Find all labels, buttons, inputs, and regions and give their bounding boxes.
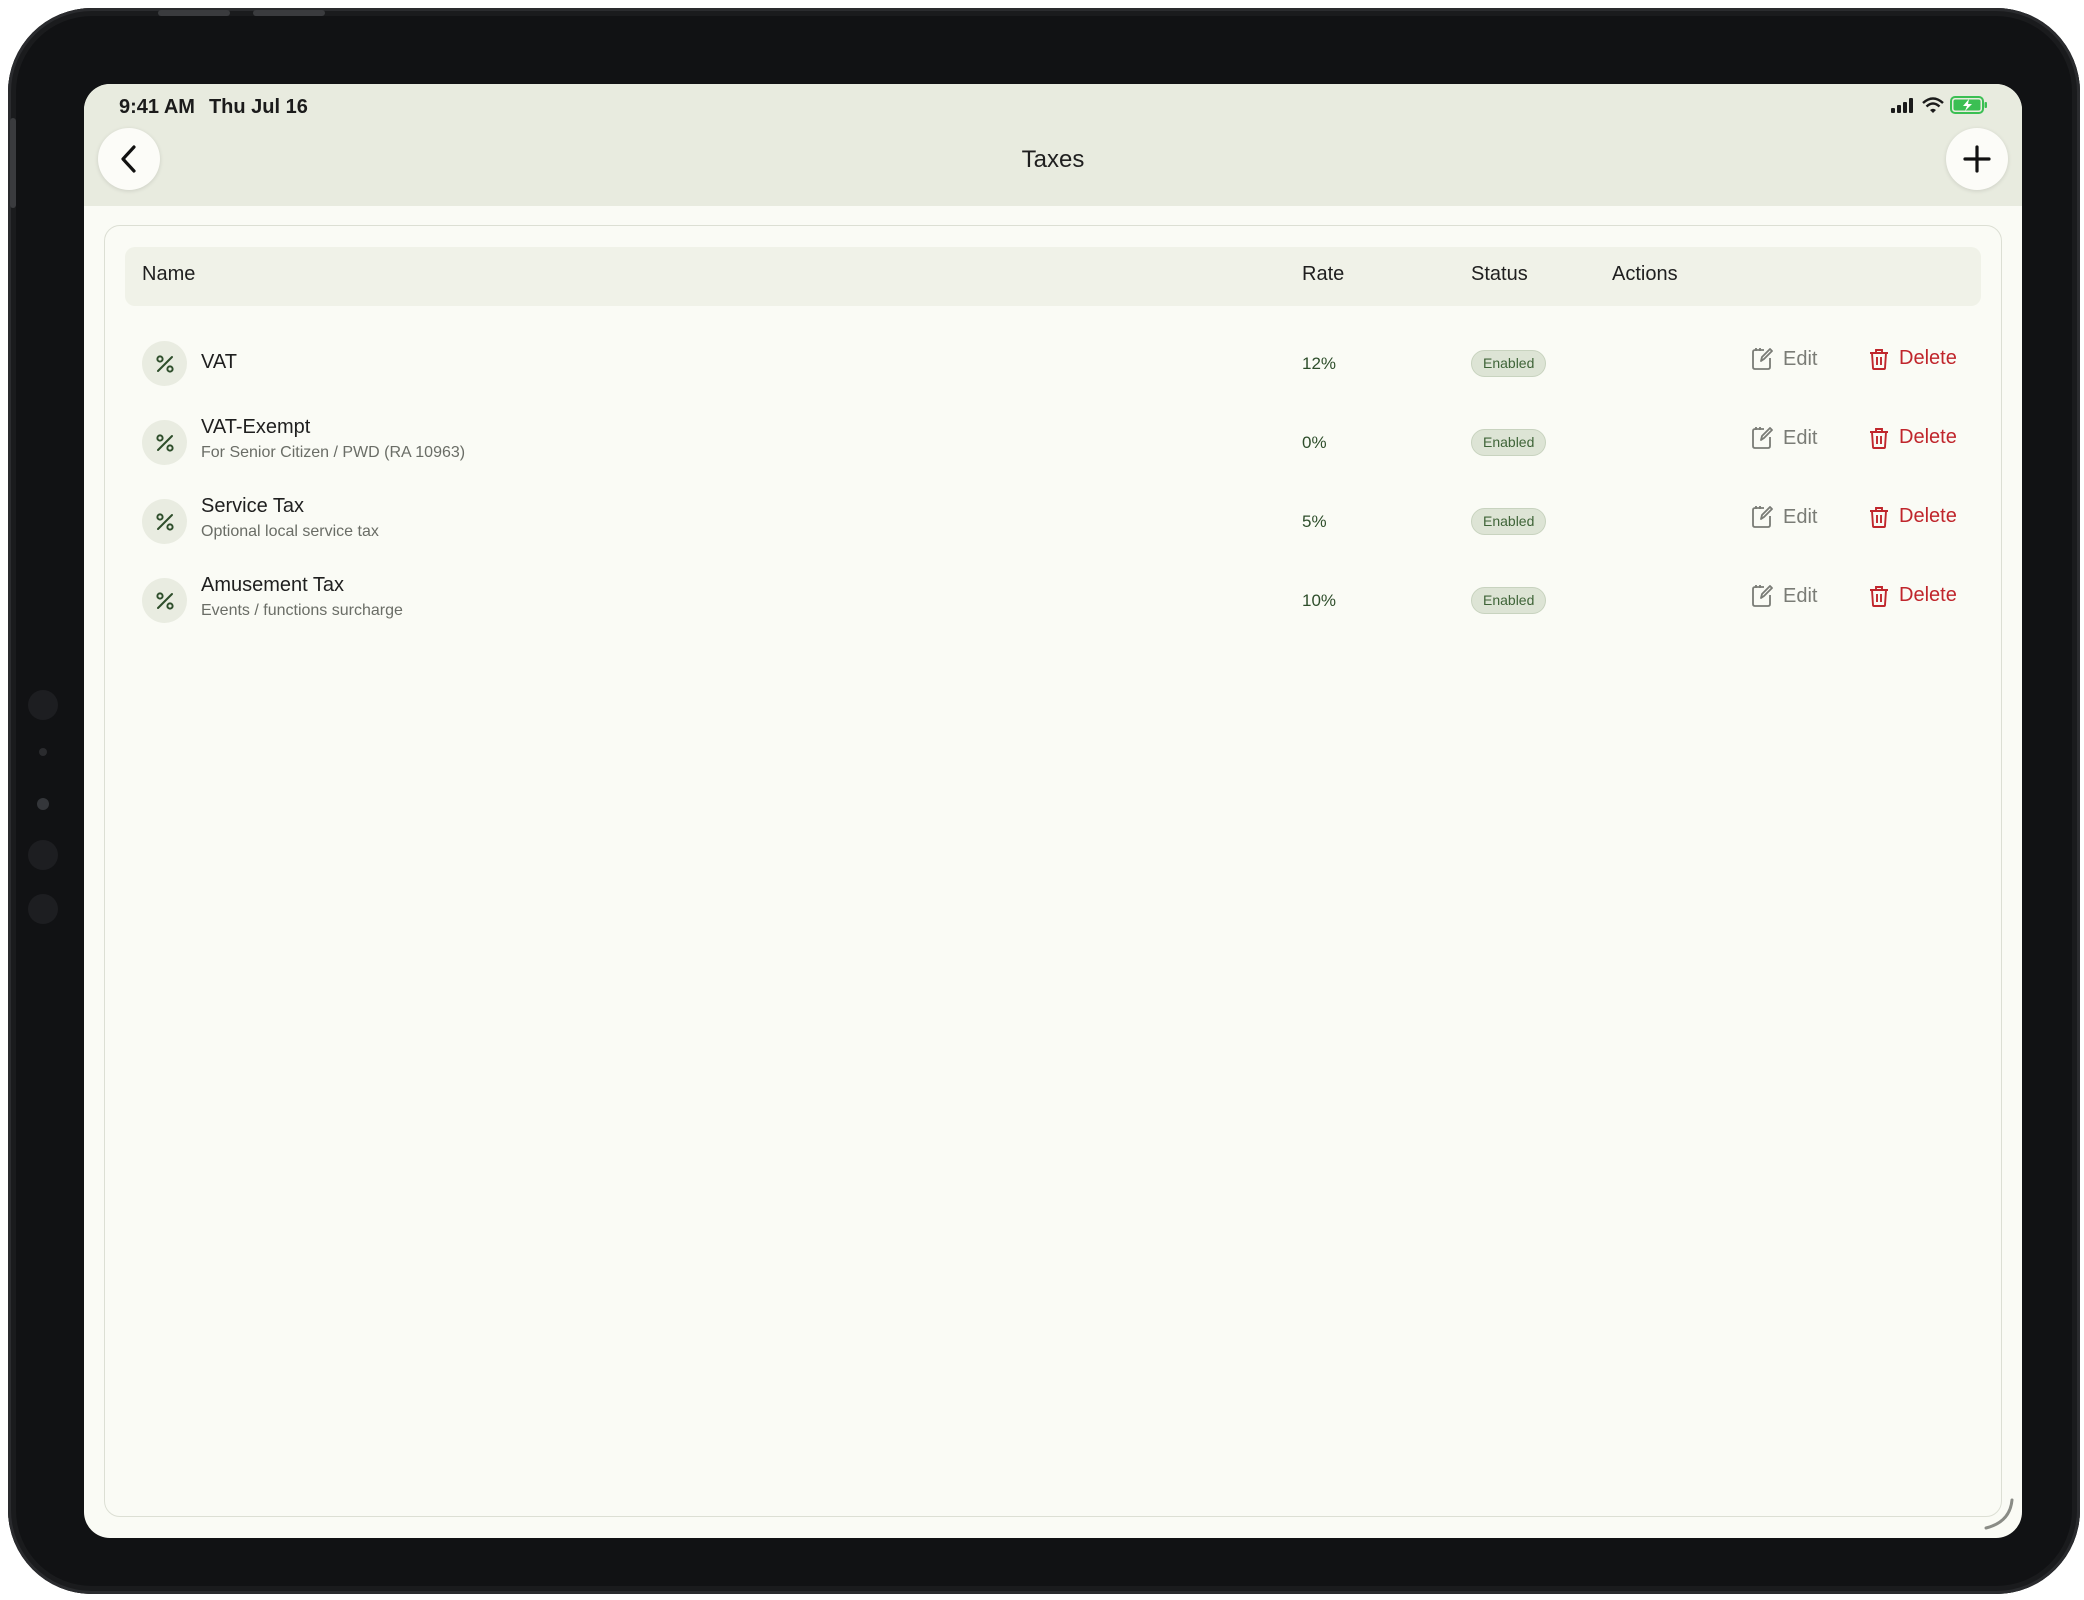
screen: 9:41 AM Thu Jul 16 Taxes Name Rate Statu… (84, 84, 2022, 1538)
delete-label: Delete (1899, 584, 1957, 606)
trash-icon (1870, 585, 1888, 607)
tax-description: Optional local service tax (201, 523, 379, 540)
delete-button[interactable]: Delete (1869, 584, 1957, 607)
edit-icon (1752, 427, 1773, 449)
sensor-dot (39, 748, 47, 756)
edit-label: Edit (1783, 584, 1818, 607)
status-time: 9:41 AM (119, 96, 195, 118)
delete-label: Delete (1899, 426, 1957, 448)
tablet-frame: 9:41 AM Thu Jul 16 Taxes Name Rate Statu… (8, 8, 2080, 1594)
delete-button[interactable]: Delete (1869, 505, 1957, 528)
status-bar: 9:41 AM Thu Jul 16 (119, 96, 308, 119)
table-row: VAT 12% Enabled Edit Delete (125, 329, 1981, 399)
edit-label: Edit (1783, 426, 1818, 449)
column-header-status: Status (1471, 263, 1528, 285)
column-header-rate: Rate (1302, 263, 1345, 285)
status-badge: Enabled (1471, 429, 1547, 456)
tax-description: For Senior Citizen / PWD (RA 10963) (201, 444, 466, 461)
edit-icon (1752, 585, 1773, 607)
sensor-dot (28, 840, 58, 870)
add-tax-button[interactable] (1946, 128, 2008, 190)
tax-rate: 10% (1302, 591, 1337, 610)
edit-button[interactable]: Edit (1751, 505, 1817, 529)
trash-icon (1870, 348, 1888, 370)
taxes-table-card: Name Rate Status Actions VAT 12% Enabled… (104, 225, 2002, 1517)
volume-button (158, 10, 230, 16)
tax-name: Amusement Tax (201, 574, 345, 596)
percent-icon (142, 341, 187, 386)
status-icons (1890, 96, 1988, 114)
tax-rate: 5% (1302, 512, 1327, 531)
volume-button (253, 10, 325, 16)
page-title: Taxes (1021, 146, 1085, 173)
sensor-dot (28, 690, 58, 720)
table-row: Amusement Tax Events / functions surchar… (125, 566, 1981, 636)
percent-icon (142, 578, 187, 623)
status-badge: Enabled (1471, 508, 1547, 535)
delete-button[interactable]: Delete (1869, 426, 1957, 449)
delete-label: Delete (1899, 347, 1957, 369)
camera-lens (37, 798, 49, 810)
edit-label: Edit (1783, 505, 1818, 528)
sensor-dot (28, 894, 58, 924)
edit-icon (1752, 348, 1773, 370)
tax-rate: 12% (1302, 354, 1337, 373)
column-header-name: Name (142, 263, 196, 285)
trash-icon (1870, 427, 1888, 449)
wifi-icon (1922, 96, 1944, 113)
table-row: Service Tax Optional local service tax 5… (125, 487, 1981, 557)
delete-button[interactable]: Delete (1869, 347, 1957, 370)
resize-corner-indicator (1984, 1498, 2014, 1530)
tax-name: VAT-Exempt (201, 416, 311, 438)
navigation-header: 9:41 AM Thu Jul 16 Taxes (84, 84, 2022, 206)
edit-icon (1752, 506, 1773, 528)
column-header-actions: Actions (1612, 263, 1678, 285)
edit-label: Edit (1783, 347, 1818, 370)
tax-description: Events / functions surcharge (201, 602, 403, 619)
trash-icon (1870, 506, 1888, 528)
status-badge: Enabled (1471, 350, 1547, 377)
delete-label: Delete (1899, 505, 1957, 527)
edit-button[interactable]: Edit (1751, 584, 1817, 608)
edit-button[interactable]: Edit (1751, 347, 1817, 371)
table-row: VAT-Exempt For Senior Citizen / PWD (RA … (125, 408, 1981, 478)
edit-button[interactable]: Edit (1751, 426, 1817, 450)
battery-charging-icon (1950, 96, 1987, 114)
tax-name: Service Tax (201, 495, 305, 517)
side-button (10, 118, 16, 208)
percent-icon (142, 499, 187, 544)
tax-rate: 0% (1302, 433, 1327, 452)
signal-icon (1891, 98, 1913, 113)
percent-icon (142, 420, 187, 465)
status-badge: Enabled (1471, 587, 1547, 614)
status-date: Thu Jul 16 (208, 96, 308, 118)
table-header: Name Rate Status Actions (125, 247, 1981, 306)
plus-icon (1963, 145, 1991, 173)
tax-name: VAT (201, 351, 237, 373)
